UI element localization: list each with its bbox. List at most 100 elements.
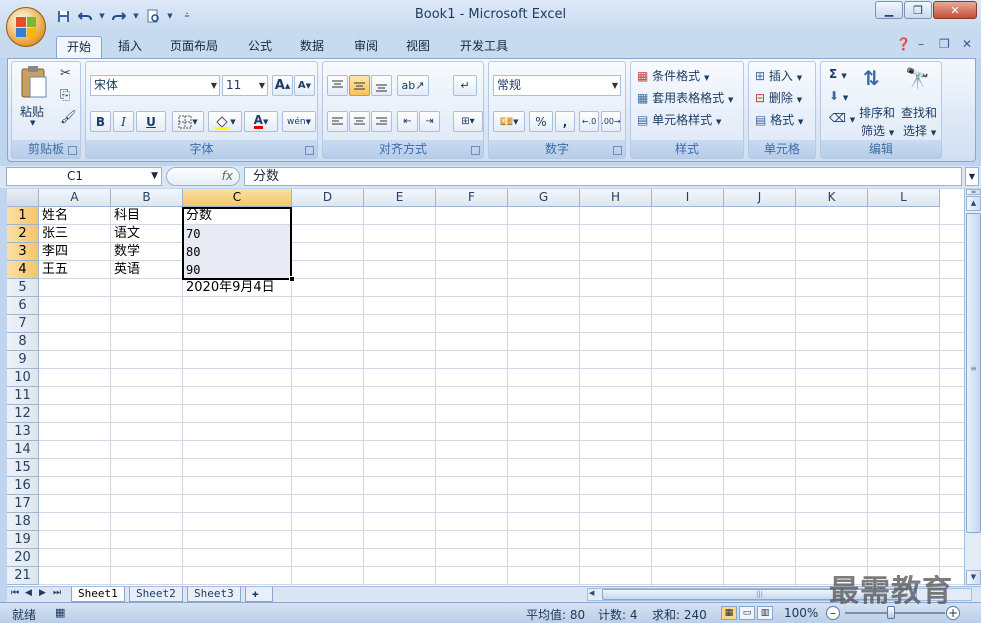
row-header-6[interactable]: 6 — [7, 297, 39, 315]
align-middle-button[interactable] — [349, 75, 370, 96]
prev-sheet-icon[interactable]: ◀ — [25, 588, 32, 598]
tab-insert[interactable]: 插入 — [108, 36, 152, 58]
ribbon-close-icon[interactable]: ✕ — [962, 37, 972, 51]
percent-button[interactable]: % — [529, 111, 553, 132]
tab-review[interactable]: 审阅 — [344, 36, 388, 58]
underline-button[interactable]: U — [136, 111, 166, 132]
number-format-combo[interactable]: 常规 ▼ — [493, 75, 621, 96]
cell-b2[interactable]: 语文 — [111, 225, 140, 243]
find-select-button[interactable]: 🔭 查找和 选择 ▼ — [901, 66, 939, 138]
cut-icon[interactable]: ✂ — [60, 66, 71, 81]
row-header-11[interactable]: 11 — [7, 387, 39, 405]
row-header-15[interactable]: 15 — [7, 459, 39, 477]
italic-button[interactable]: I — [113, 111, 134, 132]
row-header-2[interactable]: 2 — [7, 225, 39, 243]
row-header-5[interactable]: 5 — [7, 279, 39, 297]
row-header-8[interactable]: 8 — [7, 333, 39, 351]
sheet-tab-1[interactable]: Sheet1 — [71, 587, 125, 602]
row-header-13[interactable]: 13 — [7, 423, 39, 441]
column-header-i[interactable]: I — [652, 189, 724, 207]
cell-a3[interactable]: 李四 — [39, 243, 68, 261]
column-header-j[interactable]: J — [724, 189, 796, 207]
vertical-scrollbar[interactable]: ═ ▲ ≡ ▼ — [964, 189, 981, 586]
page-layout-view-icon[interactable]: ▭ — [739, 606, 755, 620]
restore-icon[interactable]: ❐ — [904, 1, 932, 19]
cell-b4[interactable]: 英语 — [111, 261, 140, 279]
format-painter-icon[interactable]: 🖌 — [60, 110, 77, 125]
row-header-17[interactable]: 17 — [7, 495, 39, 513]
accounting-format-button[interactable]: 💴 ▼ — [493, 111, 525, 132]
sheet-tab-2[interactable]: Sheet2 — [129, 587, 183, 602]
column-header-f[interactable]: F — [436, 189, 508, 207]
tab-formulas[interactable]: 公式 — [238, 36, 282, 58]
row-header-19[interactable]: 19 — [7, 531, 39, 549]
alignment-dialog-launcher[interactable] — [471, 146, 480, 155]
align-center-button[interactable] — [349, 111, 370, 132]
comma-button[interactable]: , — [555, 111, 575, 132]
help-icon[interactable]: ❓ — [896, 37, 911, 51]
select-all-button[interactable] — [7, 189, 39, 207]
align-right-button[interactable] — [371, 111, 392, 132]
phonetic-button[interactable]: wén ▼ — [282, 111, 316, 132]
tab-home[interactable]: 开始 — [56, 36, 103, 58]
orientation-button[interactable]: ab↗ — [397, 75, 429, 96]
scroll-left-icon[interactable]: ◀ — [589, 589, 594, 597]
column-header-g[interactable]: G — [508, 189, 580, 207]
delete-cells-button[interactable]: ⊟ 删除 ▼ — [755, 89, 802, 106]
name-box[interactable]: C1 ▼ — [6, 167, 162, 186]
fill-button[interactable]: ⬇ ▼ — [829, 89, 848, 103]
align-top-button[interactable] — [327, 75, 348, 96]
cell-styles-button[interactable]: ▤ 单元格样式 ▼ — [637, 111, 721, 128]
insert-function-button[interactable]: fx — [166, 167, 240, 186]
borders-button[interactable]: ▼ — [172, 111, 204, 132]
font-dialog-launcher[interactable] — [305, 146, 314, 155]
tab-page-layout[interactable]: 页面布局 — [160, 36, 228, 58]
tab-data[interactable]: 数据 — [290, 36, 334, 58]
increase-indent-button[interactable]: ⇥ — [419, 111, 440, 132]
format-as-table-button[interactable]: ▦ 套用表格格式 ▼ — [637, 89, 733, 106]
tab-developer[interactable]: 开发工具 — [450, 36, 518, 58]
font-color-button[interactable]: A ▼ — [244, 111, 278, 132]
row-header-12[interactable]: 12 — [7, 405, 39, 423]
font-size-combo[interactable]: 11 ▼ — [222, 75, 268, 96]
office-button[interactable] — [6, 7, 46, 47]
row-header-14[interactable]: 14 — [7, 441, 39, 459]
align-left-button[interactable] — [327, 111, 348, 132]
row-header-3[interactable]: 3 — [7, 243, 39, 261]
column-header-a[interactable]: A — [39, 189, 111, 207]
zoom-slider[interactable] — [845, 606, 945, 619]
first-sheet-icon[interactable]: ⏮ — [11, 588, 19, 598]
conditional-formatting-button[interactable]: ▦ 条件格式 ▼ — [637, 67, 709, 84]
cell-c5[interactable]: 2020年9月4日 — [183, 279, 275, 297]
row-header-4[interactable]: 4 — [7, 261, 39, 279]
row-header-20[interactable]: 20 — [7, 549, 39, 567]
page-break-view-icon[interactable]: ▥ — [757, 606, 773, 620]
column-header-l[interactable]: L — [868, 189, 940, 207]
decrease-decimal-button[interactable]: .00→ — [601, 111, 621, 132]
sheet-tab-3[interactable]: Sheet3 — [187, 587, 241, 602]
column-header-e[interactable]: E — [364, 189, 436, 207]
paste-button[interactable]: 粘贴 ▼ — [18, 65, 52, 137]
row-header-18[interactable]: 18 — [7, 513, 39, 531]
decrease-indent-button[interactable]: ⇤ — [397, 111, 418, 132]
insert-cells-button[interactable]: ⊞ 插入 ▼ — [755, 67, 802, 84]
zoom-level[interactable]: 100% — [784, 606, 818, 620]
autosum-button[interactable]: Σ ▼ — [829, 67, 847, 81]
tab-view[interactable]: 视图 — [396, 36, 440, 58]
cell-a1[interactable]: 姓名 — [39, 207, 68, 225]
merge-center-button[interactable]: ⊞▾ — [453, 111, 483, 132]
cell-b3[interactable]: 数学 — [111, 243, 140, 261]
column-header-b[interactable]: B — [111, 189, 183, 207]
row-header-9[interactable]: 9 — [7, 351, 39, 369]
row-header-21[interactable]: 21 — [7, 567, 39, 585]
sort-filter-button[interactable]: ⇅ 排序和 筛选 ▼ — [859, 66, 897, 138]
row-header-7[interactable]: 7 — [7, 315, 39, 333]
cell-a4[interactable]: 王五 — [39, 261, 68, 279]
fill-handle[interactable] — [289, 276, 295, 282]
number-dialog-launcher[interactable] — [613, 146, 622, 155]
minimize-icon[interactable]: ▁ — [875, 1, 903, 19]
align-bottom-button[interactable] — [371, 75, 392, 96]
copy-icon[interactable]: ⎘ — [60, 88, 70, 103]
column-header-d[interactable]: D — [292, 189, 364, 207]
close-icon[interactable]: ✕ — [933, 1, 977, 19]
